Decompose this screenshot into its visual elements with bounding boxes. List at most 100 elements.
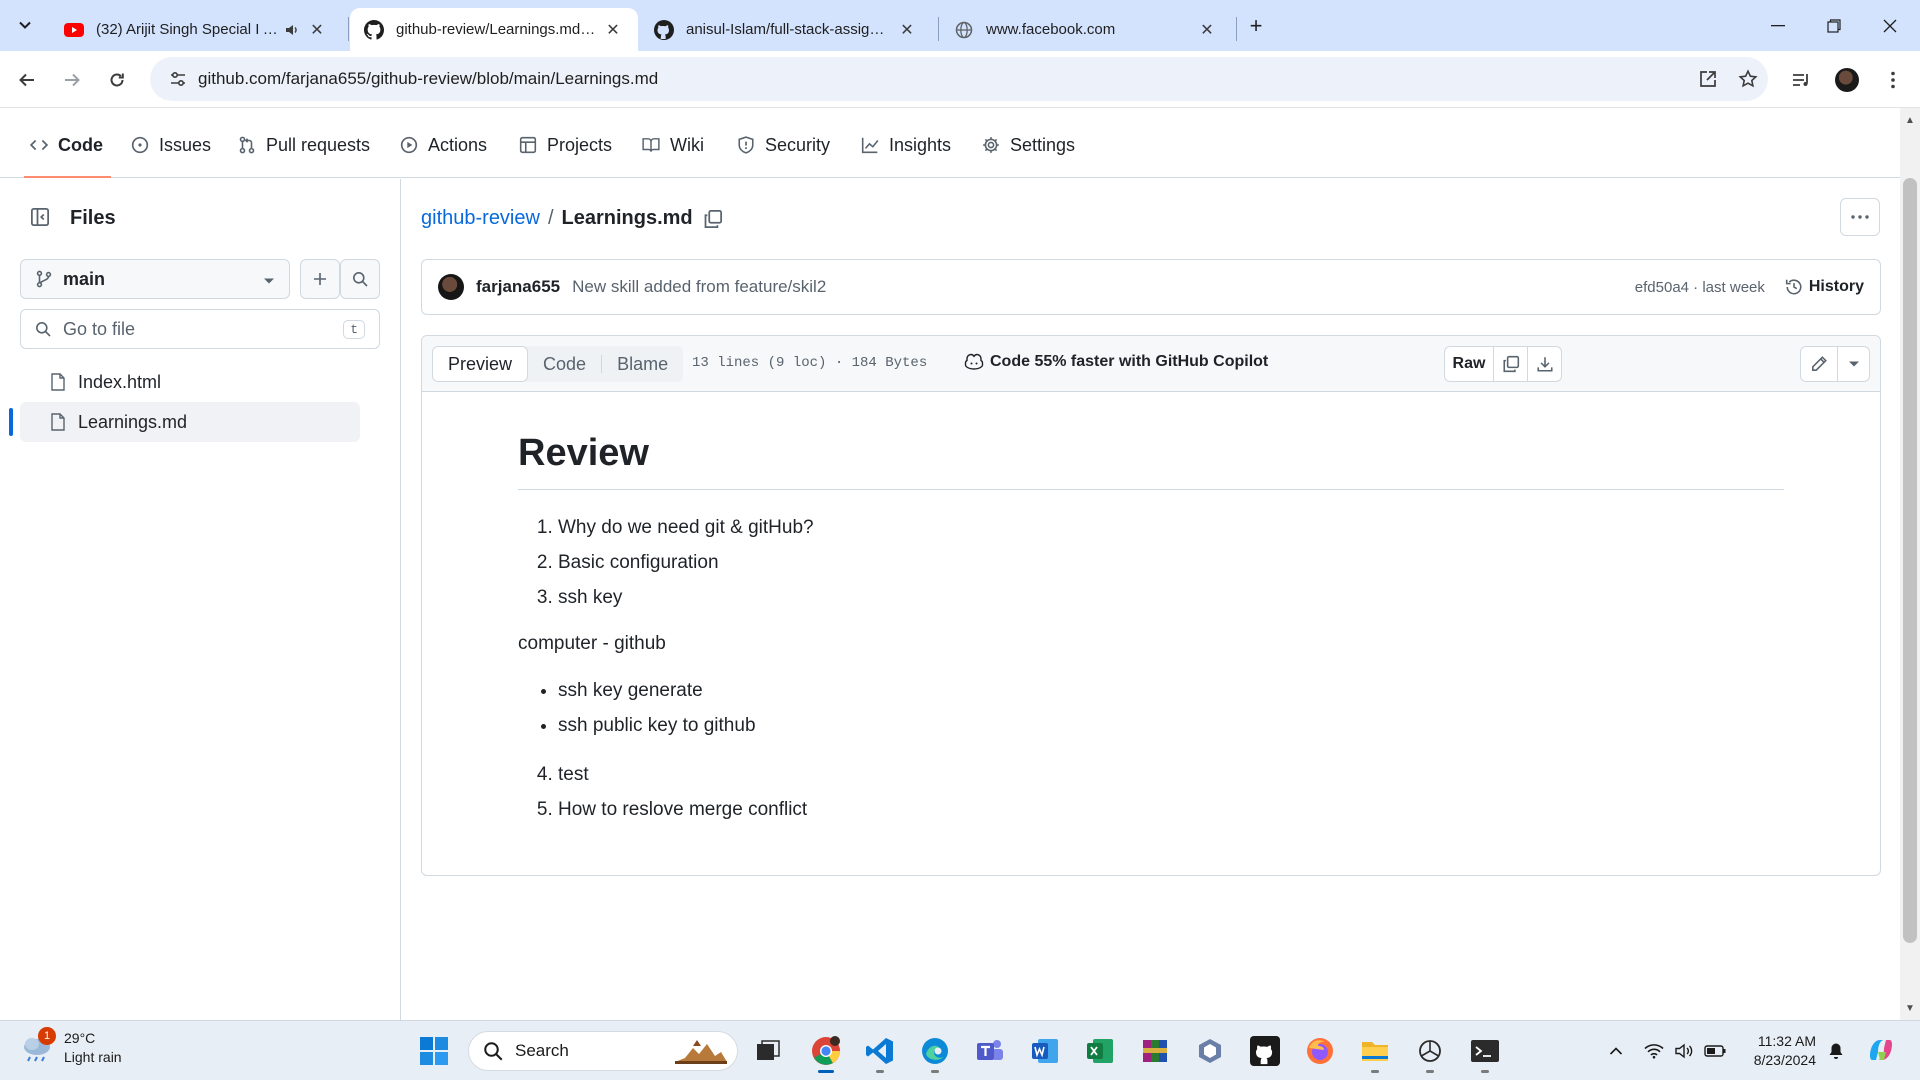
- taskbar-excel[interactable]: [1080, 1031, 1120, 1071]
- taskbar-firefox[interactable]: [1300, 1031, 1340, 1071]
- taskbar-chrome[interactable]: [806, 1031, 846, 1073]
- profile-button[interactable]: [1830, 63, 1864, 97]
- commit-meta[interactable]: efd50a4 · last week: [1635, 279, 1765, 296]
- site-settings-icon[interactable]: [158, 57, 198, 101]
- avatar[interactable]: [438, 274, 464, 300]
- task-view-button[interactable]: [748, 1031, 788, 1071]
- tab-code[interactable]: Code: [528, 346, 601, 382]
- battery-icon[interactable]: [1703, 1039, 1727, 1063]
- avatar: [1835, 68, 1859, 92]
- close-tab-icon[interactable]: ✕: [1196, 19, 1218, 41]
- media-control-button[interactable]: [1784, 63, 1818, 97]
- tab-blame[interactable]: Blame: [602, 346, 683, 382]
- playlist-icon: [1793, 74, 1808, 86]
- forward-button[interactable]: [55, 63, 89, 97]
- word-icon: [1032, 1039, 1058, 1063]
- repo-nav-projects[interactable]: Projects: [519, 128, 612, 162]
- scroll-down-arrow-icon[interactable]: ▼: [1903, 1002, 1917, 1016]
- restore-button[interactable]: [1806, 0, 1862, 51]
- browser-tab-youtube[interactable]: (32) Arijit Singh Special I Arijit Singh…: [50, 8, 342, 51]
- search-icon: [484, 1042, 503, 1061]
- notification-bell-icon[interactable]: [1824, 1039, 1848, 1063]
- branch-selector[interactable]: main: [20, 259, 290, 299]
- scrollbar-thumb[interactable]: [1903, 178, 1917, 943]
- close-tab-icon[interactable]: ✕: [602, 19, 624, 41]
- add-file-button[interactable]: [300, 259, 340, 299]
- code-icon: [30, 139, 48, 151]
- volume-icon[interactable]: [1672, 1039, 1696, 1063]
- repo-nav-label: Security: [765, 134, 831, 155]
- repo-nav-code[interactable]: Code: [24, 128, 111, 178]
- repo-nav-issues[interactable]: Issues: [131, 128, 211, 162]
- edit-file-button[interactable]: [1801, 347, 1837, 381]
- repo-nav-settings[interactable]: Settings: [982, 128, 1075, 162]
- taskbar-edge[interactable]: [915, 1031, 955, 1073]
- copy-raw-button[interactable]: [1493, 347, 1527, 381]
- copilot-taskbar-icon[interactable]: [1864, 1035, 1898, 1065]
- tab-search-button[interactable]: [10, 10, 40, 40]
- commit-message-link[interactable]: New skill added from feature/skil2: [572, 277, 826, 297]
- search-code-button[interactable]: [340, 259, 380, 299]
- wifi-icon[interactable]: [1642, 1039, 1666, 1063]
- repo-nav-insights[interactable]: Insights: [861, 128, 951, 162]
- taskbar-winrar[interactable]: [1135, 1031, 1175, 1071]
- go-to-file-input[interactable]: Go to file t: [20, 309, 380, 349]
- browser-tab-facebook[interactable]: www.facebook.com ✕: [940, 8, 1232, 51]
- history-button[interactable]: History: [1785, 278, 1864, 296]
- new-tab-button[interactable]: +: [1242, 12, 1270, 40]
- address-bar[interactable]: github.com/farjana655/github-review/blob…: [150, 57, 1768, 101]
- browser-tab-github-review[interactable]: github-review/Learnings.md at main ✕: [350, 8, 638, 51]
- taskbar-vscode[interactable]: [860, 1031, 900, 1073]
- branch-name: main: [63, 268, 106, 289]
- repo-nav-actions[interactable]: Actions: [400, 128, 487, 162]
- close-tab-icon[interactable]: ✕: [896, 19, 918, 41]
- start-button[interactable]: [414, 1031, 454, 1071]
- scroll-up-arrow-icon[interactable]: ▲: [1903, 114, 1917, 128]
- raw-button[interactable]: Raw: [1445, 347, 1493, 381]
- close-window-button[interactable]: [1862, 0, 1918, 51]
- copy-path-icon[interactable]: [703, 209, 723, 229]
- open-in-app-icon[interactable]: [1688, 57, 1728, 101]
- folder-icon: [1362, 1042, 1388, 1061]
- system-clock[interactable]: 11:32 AM 8/23/2024: [1742, 1032, 1816, 1070]
- breadcrumb: github-review / Learnings.md: [421, 207, 723, 230]
- file-tree-item[interactable]: Index.html: [20, 362, 360, 402]
- bookmark-star-icon[interactable]: [1728, 57, 1768, 101]
- taskbar-github-desktop[interactable]: [1245, 1031, 1285, 1071]
- weather-widget[interactable]: 1 29°C Light rain: [20, 1027, 122, 1067]
- tab-preview[interactable]: Preview: [432, 346, 529, 382]
- browser-tab-strip: (32) Arijit Singh Special I Arijit Singh…: [0, 0, 1920, 51]
- taskbar-chatgpt[interactable]: [1410, 1031, 1450, 1073]
- minimize-button[interactable]: [1750, 0, 1806, 51]
- download-button[interactable]: [1527, 347, 1561, 381]
- github-icon: [1250, 1036, 1280, 1066]
- file-tree-item-current[interactable]: Learnings.md: [9, 402, 360, 442]
- browser-menu-button[interactable]: [1876, 63, 1910, 97]
- taskbar-file-explorer[interactable]: [1355, 1031, 1395, 1073]
- file-icon: [51, 373, 65, 391]
- taskbar-app-hexagon[interactable]: [1190, 1031, 1230, 1071]
- taskbar-word[interactable]: [1025, 1031, 1065, 1071]
- edit-options-dropdown[interactable]: [1837, 347, 1869, 381]
- copilot-promo-link[interactable]: Code 55% faster with GitHub Copilot: [964, 353, 1268, 371]
- show-hidden-icons-button[interactable]: [1604, 1039, 1628, 1063]
- tab-title: (32) Arijit Singh Special I Arijit Singh…: [96, 21, 278, 38]
- speaker-icon[interactable]: [284, 22, 300, 38]
- breadcrumb-repo-link[interactable]: github-review: [421, 207, 540, 230]
- repo-nav-wiki[interactable]: Wiki: [642, 128, 704, 162]
- repo-nav-pull-requests[interactable]: Pull requests: [238, 128, 370, 162]
- close-icon: [1883, 19, 1897, 32]
- repo-nav-security[interactable]: Security: [737, 128, 830, 162]
- more-options-button[interactable]: [1840, 198, 1880, 236]
- commit-author-link[interactable]: farjana655: [476, 277, 560, 297]
- pull-request-icon: [239, 136, 255, 154]
- taskbar-teams[interactable]: [970, 1031, 1010, 1071]
- repo-nav-label: Pull requests: [266, 134, 371, 155]
- taskbar-search-box[interactable]: Search: [468, 1031, 738, 1071]
- close-tab-icon[interactable]: ✕: [306, 19, 328, 41]
- collapse-sidebar-button[interactable]: [20, 197, 60, 237]
- back-button[interactable]: [10, 63, 44, 97]
- browser-tab-anisul[interactable]: anisul-Islam/full-stack-assignments ✕: [640, 8, 932, 51]
- reload-button[interactable]: [100, 63, 134, 97]
- taskbar-terminal[interactable]: [1465, 1031, 1505, 1073]
